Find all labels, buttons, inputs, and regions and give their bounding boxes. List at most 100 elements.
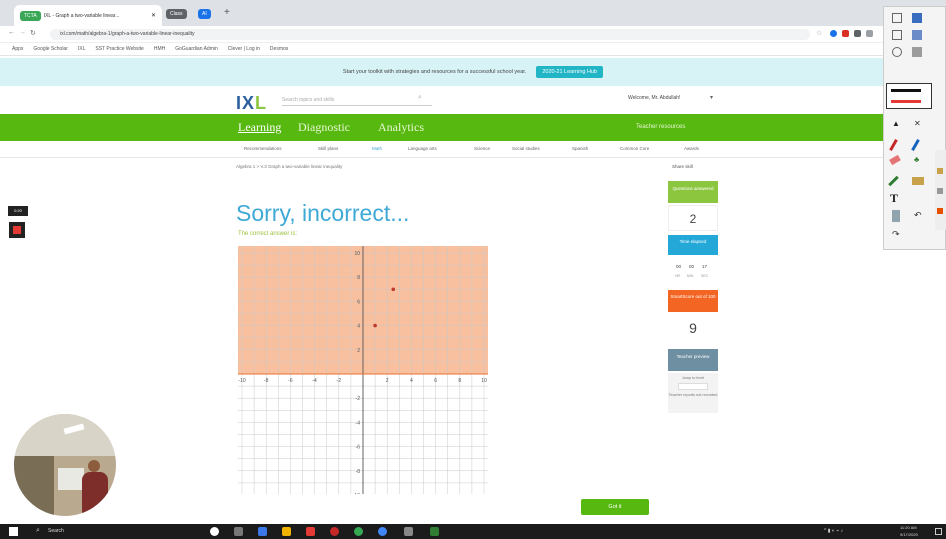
tab-group-label[interactable]: TCTA: [20, 10, 41, 21]
nav-diagnostic[interactable]: Diagnostic: [298, 120, 350, 135]
subnav-social-studies[interactable]: Social studies: [512, 146, 540, 151]
red-pen-icon[interactable]: [891, 100, 921, 103]
webcam-bubble[interactable]: [14, 414, 116, 516]
whiteboard-icon[interactable]: [892, 13, 902, 23]
bookmark-item[interactable]: GoGuardian Admin: [175, 46, 218, 52]
subnav-awards[interactable]: Awards: [684, 146, 699, 151]
pen-icon[interactable]: [889, 139, 898, 151]
subnav-language-arts[interactable]: Language arts: [408, 146, 437, 151]
nav-learning[interactable]: Learning: [238, 120, 281, 135]
circle-icon[interactable]: [892, 47, 902, 57]
x-tick-label: 4: [410, 378, 413, 384]
black-pen-icon[interactable]: [891, 89, 921, 92]
stop-icon: [13, 226, 21, 234]
subnav-skill-plans[interactable]: Skill plans: [318, 146, 338, 151]
redo-icon[interactable]: ↷: [892, 229, 900, 240]
share-skill-button[interactable]: Share skill: [672, 164, 693, 169]
time-unit-sec: SEC: [701, 274, 709, 278]
chrome-icon[interactable]: [330, 527, 339, 536]
laser-icon[interactable]: ✕: [914, 119, 921, 128]
learning-hub-button[interactable]: 2020-21 Learning Hub: [536, 66, 604, 78]
stop-recording-button[interactable]: [9, 222, 25, 238]
star-icon[interactable]: ☆: [816, 29, 822, 37]
grid-icon[interactable]: [912, 47, 922, 57]
start-icon[interactable]: [9, 527, 18, 536]
search-icon[interactable]: ⌕: [36, 527, 40, 535]
subnav-spanish[interactable]: Spanish: [572, 146, 588, 151]
level-select[interactable]: [678, 383, 708, 390]
cortana-icon[interactable]: [210, 527, 219, 536]
screen: TCTA IXL - Graph a two-variable linear..…: [0, 0, 946, 539]
pen-color-selector[interactable]: [886, 83, 932, 109]
line-icon[interactable]: [888, 175, 899, 187]
clock-date[interactable]: 9/17/2020: [900, 532, 918, 537]
stamp-icon[interactable]: ♣: [914, 155, 919, 164]
subnav-math[interactable]: Math: [372, 146, 382, 151]
extension-icon[interactable]: [842, 30, 849, 37]
cursor-icon[interactable]: ▲: [892, 119, 900, 128]
welcome-menu[interactable]: Welcome, Mr. Abdullah!: [628, 95, 680, 101]
close-tab-icon[interactable]: ✕: [151, 12, 156, 19]
teacher-note: Teacher reports not recorded: [668, 393, 718, 397]
webcam-person-head: [88, 460, 100, 472]
time-seconds: 17: [702, 264, 708, 269]
bookmark-item[interactable]: SST Practice Website: [95, 46, 143, 52]
forward-icon[interactable]: →: [19, 29, 26, 36]
new-tab-icon[interactable]: +: [224, 7, 230, 18]
tab-group-class[interactable]: Class: [166, 9, 187, 19]
screen-icon[interactable]: [912, 13, 922, 23]
notifications-icon[interactable]: [935, 528, 942, 535]
extension-icon[interactable]: [854, 30, 861, 37]
recording-timer: 0:20: [8, 206, 28, 216]
app-icon[interactable]: [306, 527, 315, 536]
nav-analytics[interactable]: Analytics: [378, 120, 424, 135]
bookmark-item[interactable]: HMH: [154, 46, 165, 52]
app-icon[interactable]: [378, 527, 387, 536]
highlighter-icon[interactable]: [911, 139, 920, 151]
bookmark-item[interactable]: IXL: [78, 46, 86, 52]
app-icon[interactable]: [430, 527, 439, 536]
bookmark-item[interactable]: Desmos: [270, 46, 288, 52]
teacher-resources-link[interactable]: Teacher resources: [636, 124, 685, 130]
text-icon[interactable]: T: [890, 191, 898, 206]
eraser-icon[interactable]: [889, 154, 901, 166]
subnav-recommendations[interactable]: Recommendations: [244, 146, 282, 151]
tray-icons[interactable]: ^ ▮ ◐ ⌁ ♪: [824, 528, 843, 534]
app-icon[interactable]: [354, 527, 363, 536]
search-input[interactable]: Search topics and skills: [282, 94, 432, 106]
file-explorer-icon[interactable]: [258, 527, 267, 536]
extension-icon[interactable]: [830, 30, 837, 37]
url-input[interactable]: ixl.com/math/algebra-1/graph-a-two-varia…: [50, 29, 810, 40]
y-tick-label: -10: [353, 493, 360, 494]
search-icon[interactable]: ⌕: [418, 94, 422, 102]
tool-icon[interactable]: [937, 168, 943, 174]
tool-icon[interactable]: [937, 188, 943, 194]
chevron-down-icon[interactable]: ▾: [710, 94, 713, 101]
extension-icon[interactable]: [866, 30, 873, 37]
subnav-science[interactable]: Science: [474, 146, 490, 151]
got-it-button[interactable]: Got it: [581, 499, 649, 515]
folder-icon[interactable]: [912, 177, 924, 185]
clock-time[interactable]: 11:20 AM: [900, 525, 917, 530]
task-view-icon[interactable]: [234, 527, 243, 536]
save-icon[interactable]: [892, 30, 902, 40]
tool-icon[interactable]: [937, 208, 943, 214]
bookmark-item[interactable]: Clever | Log in: [228, 46, 260, 52]
taskbar-search[interactable]: Search: [48, 528, 64, 534]
back-icon[interactable]: ←: [8, 29, 15, 36]
bucket-icon[interactable]: [892, 210, 900, 222]
app-icon[interactable]: [282, 527, 291, 536]
bookmark-item[interactable]: Google Scholar: [33, 46, 67, 52]
reload-icon[interactable]: ↻: [30, 29, 36, 37]
main-nav: Learning Diagnostic Analytics Teacher re…: [0, 114, 946, 141]
bookmark-item[interactable]: Apps: [12, 46, 23, 52]
browser-tab-active[interactable]: TCTA IXL - Graph a two-variable linear..…: [14, 5, 162, 26]
undo-icon[interactable]: ↶: [914, 210, 922, 221]
copy-icon[interactable]: [912, 30, 922, 40]
breadcrumb[interactable]: Algebra 1 > V.3 Graph a two-variable lin…: [236, 164, 342, 169]
subnav-common-core[interactable]: Common Core: [620, 146, 649, 151]
app-icon[interactable]: [404, 527, 413, 536]
webcam-board: [58, 468, 84, 490]
tab-group-ai[interactable]: AI: [198, 9, 211, 19]
ixl-logo[interactable]: IXL: [236, 93, 267, 114]
